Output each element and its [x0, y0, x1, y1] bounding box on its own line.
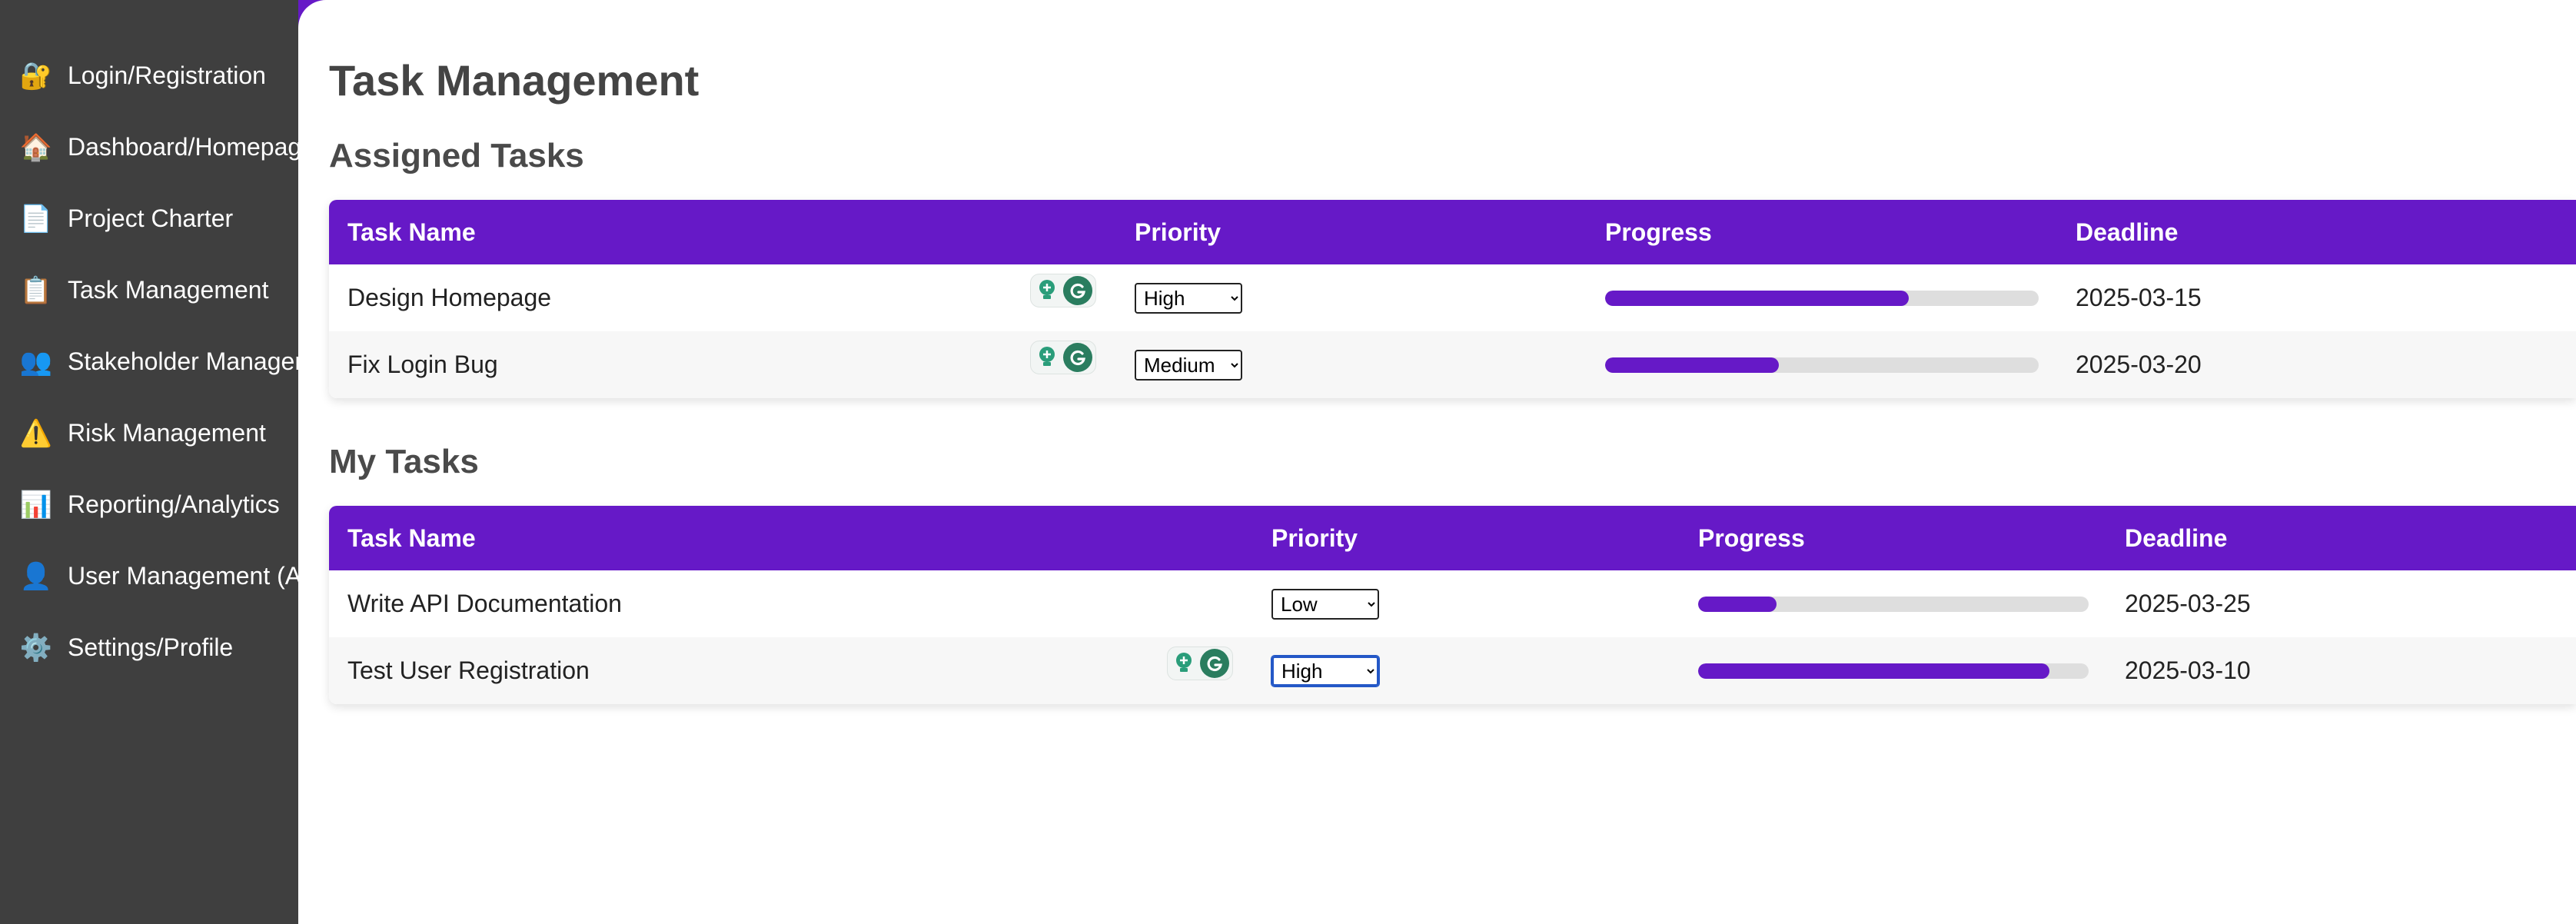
assigned-tasks-table: Task Name Priority Progress Deadline Des… [329, 200, 2576, 398]
column-header-priority[interactable]: Priority [1271, 506, 1358, 570]
writing-assistant-widget[interactable] [1030, 274, 1096, 307]
my-tasks-heading: My Tasks [329, 443, 479, 480]
sidebar-item-label: Project Charter [68, 204, 234, 232]
task-name-cell: Design Homepage [347, 284, 552, 311]
warning-icon: ⚠️ [19, 418, 53, 448]
sidebar-item-label: Reporting/Analytics [68, 490, 280, 518]
table-row: Test User Registration LowMediumHigh 202… [329, 637, 2576, 704]
document-icon: 📄 [19, 204, 53, 234]
progress-bar [1698, 596, 2089, 612]
sidebar-item-label: User Management (Admin) [68, 562, 298, 590]
column-header-priority[interactable]: Priority [1135, 200, 1221, 264]
grammarly-icon[interactable] [1063, 343, 1092, 372]
house-icon: 🏠 [19, 132, 53, 162]
page-title: Task Management [329, 56, 700, 105]
progress-fill [1698, 663, 2050, 679]
deadline-cell: 2025-03-10 [2125, 656, 2251, 684]
column-header-progress[interactable]: Progress [1605, 200, 1712, 264]
sidebar-item-user-management[interactable]: 👤 User Management (Admin) [0, 540, 298, 612]
task-name-cell: Fix Login Bug [347, 351, 498, 378]
sidebar-item-stakeholder-management[interactable]: 👥 Stakeholder Management [0, 326, 298, 397]
priority-select[interactable]: LowMediumHigh [1271, 588, 1379, 620]
task-name-cell: Write API Documentation [347, 590, 622, 617]
sidebar-item-label: Dashboard/Homepage [68, 133, 298, 161]
main-content: Task Management Assigned Tasks Task Name… [298, 0, 2576, 924]
progress-bar [1605, 357, 2039, 373]
progress-bar [1698, 663, 2089, 679]
lock-with-key-icon: 🔐 [19, 61, 53, 91]
writing-assistant-widget[interactable] [1167, 646, 1233, 680]
table-row: Design Homepage LowMediumHigh 2025-03-15 [329, 264, 2576, 331]
column-header-deadline[interactable]: Deadline [2125, 506, 2227, 570]
sidebar-item-label: Settings/Profile [68, 633, 234, 661]
priority-cell: LowMediumHigh [1135, 331, 1242, 398]
priority-cell: LowMediumHigh [1271, 570, 1379, 637]
priority-cell: LowMediumHigh [1135, 264, 1242, 331]
priority-select[interactable]: LowMediumHigh [1135, 349, 1242, 381]
column-header-progress[interactable]: Progress [1698, 506, 1805, 570]
priority-select[interactable]: LowMediumHigh [1135, 282, 1242, 314]
sidebar-item-label: Risk Management [68, 419, 266, 447]
sidebar-item-dashboard[interactable]: 🏠 Dashboard/Homepage [0, 111, 298, 183]
progress-cell [1605, 264, 2039, 331]
column-header-task-name[interactable]: Task Name [347, 200, 476, 264]
sidebar: 🔐 Login/Registration 🏠 Dashboard/Homepag… [0, 0, 298, 924]
progress-fill [1698, 596, 1777, 612]
column-header-task-name[interactable]: Task Name [347, 506, 476, 570]
sidebar-item-settings[interactable]: ⚙️ Settings/Profile [0, 612, 298, 683]
sidebar-item-task-management[interactable]: 📋 Task Management [0, 254, 298, 326]
lightbulb-icon[interactable] [1171, 650, 1197, 676]
bar-chart-icon: 📊 [19, 490, 53, 520]
sidebar-item-label: Task Management [68, 276, 269, 304]
gear-icon: ⚙️ [19, 633, 53, 663]
table-header: Task Name Priority Progress Deadline [329, 506, 2576, 570]
table-row: Write API Documentation LowMediumHigh 20… [329, 570, 2576, 637]
sidebar-item-label: Stakeholder Management [68, 347, 298, 375]
writing-assistant-widget[interactable] [1030, 341, 1096, 374]
deadline-cell: 2025-03-20 [2076, 351, 2202, 378]
task-name-cell: Test User Registration [347, 656, 590, 684]
column-header-deadline[interactable]: Deadline [2076, 200, 2178, 264]
my-tasks-table: Task Name Priority Progress Deadline Wri… [329, 506, 2576, 704]
progress-fill [1605, 357, 1779, 373]
grammarly-icon[interactable] [1200, 649, 1229, 678]
progress-fill [1605, 290, 1909, 306]
sidebar-item-reporting[interactable]: 📊 Reporting/Analytics [0, 469, 298, 540]
clipboard-icon: 📋 [19, 275, 53, 305]
table-row: Fix Login Bug LowMediumHigh 2025-03-20 [329, 331, 2576, 398]
priority-cell: LowMediumHigh [1271, 637, 1380, 704]
progress-bar [1605, 290, 2039, 306]
deadline-cell: 2025-03-15 [2076, 284, 2202, 311]
progress-cell [1605, 331, 2039, 398]
deadline-cell: 2025-03-25 [2125, 590, 2251, 617]
priority-select[interactable]: LowMediumHigh [1271, 654, 1380, 687]
sidebar-item-login[interactable]: 🔐 Login/Registration [0, 40, 298, 111]
progress-cell [1698, 637, 2089, 704]
sidebar-item-risk-management[interactable]: ⚠️ Risk Management [0, 397, 298, 469]
sidebar-item-project-charter[interactable]: 📄 Project Charter [0, 183, 298, 254]
lightbulb-icon[interactable] [1034, 278, 1060, 304]
user-icon: 👤 [19, 561, 53, 591]
grammarly-icon[interactable] [1063, 276, 1092, 305]
table-header: Task Name Priority Progress Deadline [329, 200, 2576, 264]
people-icon: 👥 [19, 347, 53, 377]
assigned-tasks-heading: Assigned Tasks [329, 137, 584, 174]
lightbulb-icon[interactable] [1034, 344, 1060, 371]
progress-cell [1698, 570, 2089, 637]
sidebar-item-label: Login/Registration [68, 61, 266, 89]
